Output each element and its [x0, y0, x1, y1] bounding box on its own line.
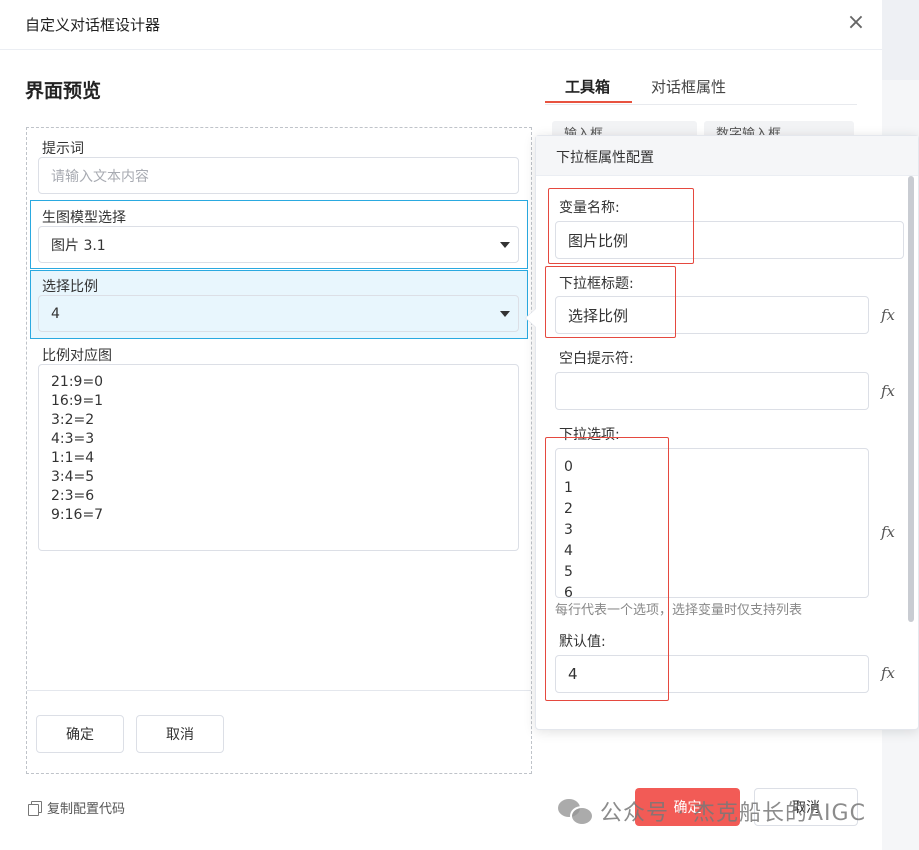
option-line: 5: [564, 564, 573, 580]
ratio-select[interactable]: 4: [38, 295, 519, 332]
option-line: 2: [564, 501, 573, 517]
prompt-placeholder: 请输入文本内容: [51, 168, 149, 185]
tabs-baseline: [545, 104, 857, 105]
ratio-select-label: 选择比例: [42, 279, 98, 295]
watermark: 公众号 · 杰克船长的AIGC: [558, 795, 866, 827]
textarea-line: 3:2=2: [51, 412, 95, 428]
options-textarea[interactable]: 0 1 2 3 4 5 6: [555, 448, 869, 598]
copy-config-button[interactable]: 复制配置代码: [28, 798, 125, 817]
default-value-label: 默认值:: [559, 634, 606, 650]
prompt-label: 提示词: [42, 141, 84, 157]
dropdown-title-value: 选择比例: [568, 306, 629, 325]
var-name-label: 变量名称:: [559, 200, 620, 216]
fx-icon[interactable]: fx: [881, 306, 895, 324]
watermark-text: 公众号 · 杰克船长的AIGC: [600, 801, 866, 826]
textarea-line: 16:9=1: [51, 393, 104, 409]
ratio-map-label: 比例对应图: [42, 348, 112, 364]
caret-down-icon: [500, 241, 510, 248]
options-label: 下拉选项:: [559, 427, 620, 443]
options-hint: 每行代表一个选项，选择变量时仅支持列表: [555, 603, 803, 618]
default-value-value: 4: [568, 665, 578, 683]
prompt-input[interactable]: 请输入文本内容: [38, 157, 519, 194]
model-select[interactable]: 图片 3.1: [38, 226, 519, 263]
textarea-line: 9:16=7: [51, 507, 104, 523]
placeholder-label: 空白提示符:: [559, 351, 634, 367]
default-value-input[interactable]: 4: [555, 655, 869, 693]
background-page-header: [882, 0, 919, 80]
ratio-map-textarea[interactable]: 21:9=0 16:9=1 3:2=2 4:3=3 1:1=4 3:4=5 2:…: [38, 364, 519, 551]
copy-config-label: 复制配置代码: [47, 802, 126, 817]
preview-confirm-button[interactable]: 确定: [36, 715, 124, 753]
model-select-value: 图片 3.1: [51, 237, 106, 254]
close-icon[interactable]: ×: [846, 12, 866, 34]
popover-title: 下拉框属性配置: [536, 136, 918, 176]
active-tab-indicator: [545, 101, 632, 103]
option-line: 6: [564, 585, 573, 598]
option-line: 0: [564, 459, 573, 475]
var-name-value: 图片比例: [568, 231, 629, 250]
textarea-line: 1:1=4: [51, 450, 95, 466]
fx-icon[interactable]: fx: [881, 523, 895, 541]
dropdown-title-label: 下拉框标题:: [559, 276, 634, 292]
option-line: 1: [564, 480, 573, 496]
tab-dialog-properties[interactable]: 对话框属性: [651, 76, 726, 97]
caret-down-icon: [500, 310, 510, 317]
preview-title: 界面预览: [25, 80, 102, 102]
textarea-line: 4:3=3: [51, 431, 95, 447]
dialog-title: 自定义对话框设计器: [25, 16, 161, 34]
model-select-label: 生图模型选择: [42, 210, 126, 226]
var-name-input[interactable]: 图片比例: [555, 221, 904, 259]
option-line: 4: [564, 543, 573, 559]
tab-toolbox[interactable]: 工具箱: [565, 76, 610, 97]
textarea-line: 21:9=0: [51, 374, 104, 390]
dropdown-title-input[interactable]: 选择比例: [555, 296, 869, 334]
copy-icon: [28, 800, 42, 816]
wechat-icon: [558, 797, 594, 826]
textarea-line: 3:4=5: [51, 469, 95, 485]
popover-arrow: [526, 309, 536, 327]
preview-divider: [27, 690, 531, 691]
popover-scrollbar[interactable]: [908, 176, 914, 622]
textarea-line: 2:3=6: [51, 488, 95, 504]
placeholder-input[interactable]: [555, 372, 869, 410]
fx-icon[interactable]: fx: [881, 382, 895, 400]
fx-icon[interactable]: fx: [881, 664, 895, 682]
ratio-select-value: 4: [51, 305, 60, 322]
option-line: 3: [564, 522, 573, 538]
preview-cancel-button[interactable]: 取消: [136, 715, 224, 753]
